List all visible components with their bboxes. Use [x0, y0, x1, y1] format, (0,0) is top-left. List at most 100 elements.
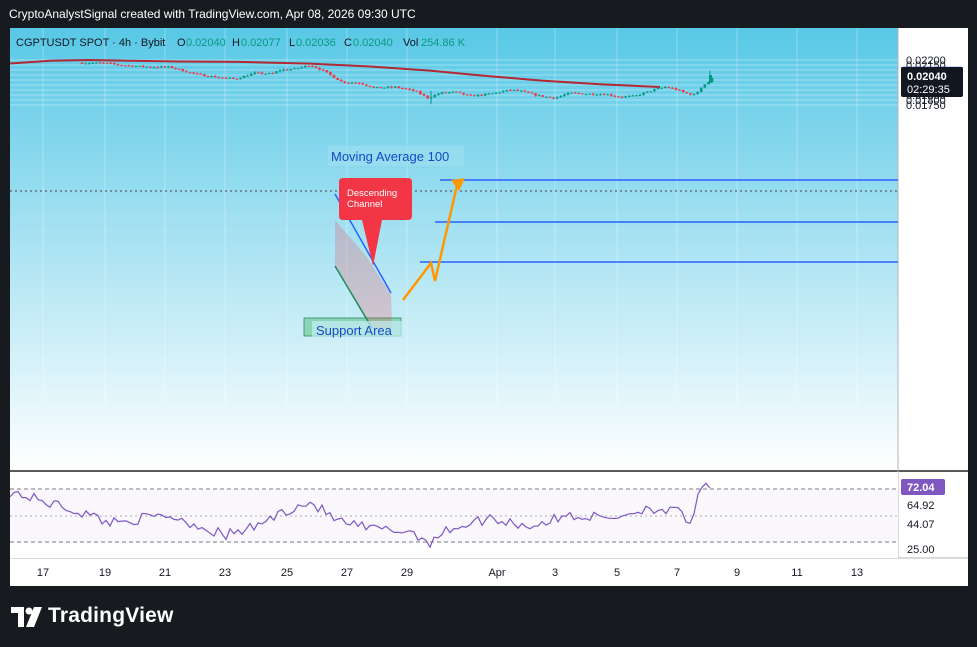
legend-close-label: C [344, 37, 352, 49]
channel-label-line-1: Descending [347, 188, 397, 199]
candle [498, 92, 501, 94]
candle [318, 67, 321, 70]
candle [602, 94, 606, 96]
candle [685, 92, 689, 94]
candle [350, 82, 354, 84]
candle [365, 84, 368, 86]
candle [548, 96, 552, 98]
candle [555, 97, 559, 99]
chart-credit: CryptoAnalystSignal created with Trading… [9, 7, 416, 21]
candle [577, 93, 581, 94]
candle [635, 95, 638, 97]
tradingview-logo-icon [11, 607, 42, 627]
candle [588, 93, 591, 95]
legend-high-label: H [232, 37, 240, 49]
legend-open-label: O [177, 37, 186, 49]
candle [483, 93, 487, 96]
candle [411, 89, 415, 91]
candle [361, 83, 365, 85]
candle [674, 88, 678, 90]
candle [631, 95, 635, 97]
candle [440, 92, 444, 94]
candle [671, 87, 674, 89]
candle [347, 82, 350, 84]
time-axis-label: 21 [159, 567, 171, 579]
candle [260, 72, 264, 74]
candle [545, 96, 548, 98]
support-label[interactable]: Support Area [316, 323, 393, 338]
candle [595, 94, 599, 96]
candle [199, 73, 203, 75]
candle [116, 64, 120, 66]
candle [149, 66, 152, 68]
legend-low-label: L [289, 37, 295, 49]
candle [624, 96, 627, 98]
time-axis-label: 3 [552, 567, 558, 579]
candle [552, 97, 555, 99]
ma-label[interactable]: Moving Average 100 [331, 149, 449, 164]
candle [537, 95, 541, 97]
candle [206, 76, 210, 78]
candle [339, 80, 343, 82]
candle [192, 72, 195, 74]
time-axis-label: 11 [791, 567, 802, 579]
time-axis-label: 5 [614, 567, 620, 579]
candle [127, 65, 131, 67]
candle [559, 96, 563, 98]
legend-symbol[interactable]: CGPTUSDT SPOT · 4h · Bybit [16, 37, 165, 49]
chart-canvas[interactable]: Descending Channel Moving Average 100 Su… [10, 28, 968, 586]
candle [501, 91, 505, 93]
candle [642, 92, 645, 95]
candle [231, 77, 235, 79]
rsi-tick-label: 44.07 [907, 519, 935, 531]
rsi-tick-label: 25.00 [907, 544, 935, 556]
candle [509, 90, 512, 91]
candle [120, 64, 123, 66]
candle [433, 95, 437, 98]
time-axis-label: 7 [674, 567, 680, 579]
candle [249, 73, 253, 76]
candle [444, 92, 447, 94]
candle [491, 93, 494, 95]
candle [455, 91, 458, 93]
time-axis-label: 29 [401, 567, 413, 579]
candle [372, 86, 375, 88]
candle [368, 85, 372, 87]
time-axis-label: 19 [99, 567, 111, 579]
candle [213, 76, 217, 78]
tradingview-logo-text[interactable]: TradingView [48, 604, 174, 628]
candle [667, 87, 671, 88]
candle [242, 76, 246, 79]
candle [145, 66, 149, 68]
candle [221, 77, 224, 79]
candle [681, 90, 685, 93]
candle [699, 87, 703, 92]
candle [678, 89, 681, 91]
candle [332, 74, 336, 78]
candle [239, 78, 242, 80]
candle [375, 87, 379, 89]
chart-area[interactable]: Descending Channel Moving Average 100 Su… [10, 28, 968, 586]
candle [573, 92, 577, 94]
candle [401, 88, 404, 89]
candle [105, 62, 109, 64]
candle [393, 86, 397, 88]
candle [523, 90, 527, 92]
candle [519, 90, 523, 92]
candle [599, 94, 602, 96]
candle [285, 69, 289, 71]
candle [534, 93, 537, 96]
candle [109, 62, 113, 64]
candle [386, 86, 390, 88]
candle [174, 68, 177, 69]
candle [289, 69, 293, 71]
candle [307, 65, 311, 67]
candle [422, 94, 426, 96]
candle [570, 92, 573, 94]
candle [692, 94, 696, 96]
candle [563, 94, 566, 97]
candle [383, 87, 386, 89]
candle [480, 94, 483, 96]
candle [494, 92, 498, 94]
candle [379, 87, 383, 89]
